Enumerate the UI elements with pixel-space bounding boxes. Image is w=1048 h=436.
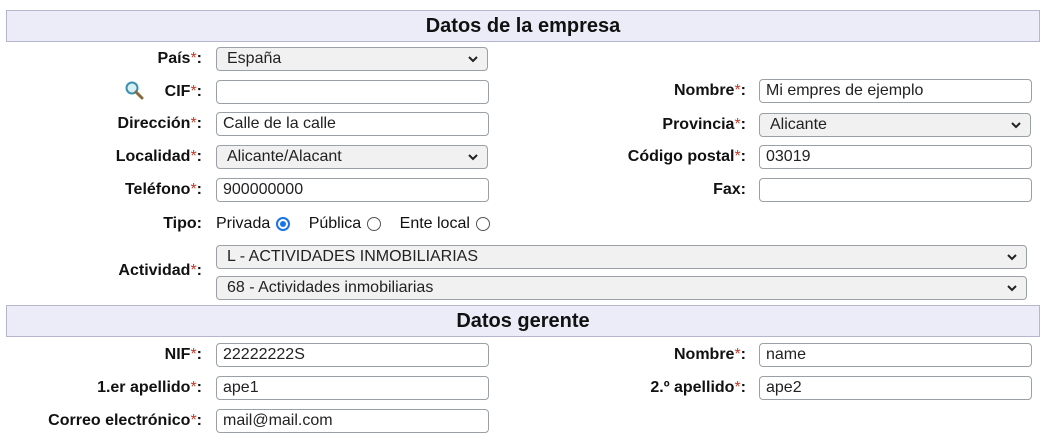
- pais-select[interactable]: España: [216, 47, 488, 71]
- correo-input[interactable]: mail@mail.com: [216, 409, 489, 433]
- provincia-select[interactable]: Alicante: [759, 113, 1031, 137]
- localidad-select[interactable]: Alicante/Alacant: [216, 145, 488, 169]
- chevron-down-icon: [1007, 254, 1017, 261]
- chevron-down-icon: [468, 56, 478, 63]
- radio-button-checked[interactable]: [276, 217, 291, 231]
- chevron-down-icon: [468, 154, 478, 161]
- label-nombre-empresa: Nombre*:: [673, 82, 746, 99]
- label-tipo: Tipo:: [163, 215, 202, 232]
- section-header-gerente: Datos gerente: [6, 305, 1040, 337]
- label-apellido2: 2.º apellido*:: [650, 379, 746, 396]
- label-fax: Fax:: [713, 181, 746, 198]
- radio-publica[interactable]: Pública: [309, 212, 382, 236]
- telefono-input[interactable]: 900000000: [216, 178, 489, 202]
- section-title-gerente: Datos gerente: [456, 310, 590, 332]
- label-cif: CIF*:: [164, 83, 202, 100]
- label-localidad: Localidad*:: [115, 148, 202, 165]
- label-pais: País*:: [157, 50, 202, 67]
- label-provincia: Provincia*:: [662, 116, 746, 133]
- radio-privada[interactable]: Privada: [216, 212, 291, 236]
- label-direccion: Dirección*:: [117, 115, 202, 132]
- label-actividad: Actividad*:: [118, 262, 202, 279]
- nif-input[interactable]: 22222222S: [216, 343, 489, 367]
- nombre-gerente-input[interactable]: name: [759, 343, 1032, 367]
- label-nif: NIF*:: [164, 346, 202, 363]
- apellido2-input[interactable]: ape2: [759, 376, 1032, 400]
- actividad-division-select[interactable]: 68 - Actividades inmobiliarias: [216, 276, 1027, 300]
- radio-ente-local[interactable]: Ente local: [400, 212, 490, 236]
- label-telefono: Teléfono*:: [124, 181, 202, 198]
- label-codigo-postal: Código postal*:: [627, 148, 746, 165]
- fax-input[interactable]: [759, 178, 1032, 202]
- chevron-down-icon: [1011, 122, 1021, 129]
- label-apellido1: 1.er apellido*:: [97, 379, 202, 396]
- actividad-seccion-select[interactable]: L - ACTIVIDADES INMOBILIARIAS: [216, 245, 1027, 269]
- radio-button[interactable]: [367, 217, 382, 231]
- label-correo: Correo electrónico*:: [48, 412, 202, 429]
- section-header-empresa: Datos de la empresa: [6, 10, 1040, 42]
- nombre-empresa-input[interactable]: Mi empres de ejemplo: [759, 79, 1032, 103]
- codigo-postal-input[interactable]: 03019: [759, 145, 1032, 169]
- chevron-down-icon: [1007, 285, 1017, 292]
- apellido1-input[interactable]: ape1: [216, 376, 489, 400]
- tipo-radio-group: Privada Pública Ente local: [216, 212, 504, 236]
- radio-button[interactable]: [475, 217, 490, 231]
- label-nombre-gerente: Nombre*:: [673, 346, 746, 363]
- cif-input[interactable]: [216, 80, 489, 104]
- direccion-input[interactable]: Calle de la calle: [216, 112, 489, 136]
- section-title-empresa: Datos de la empresa: [425, 15, 621, 37]
